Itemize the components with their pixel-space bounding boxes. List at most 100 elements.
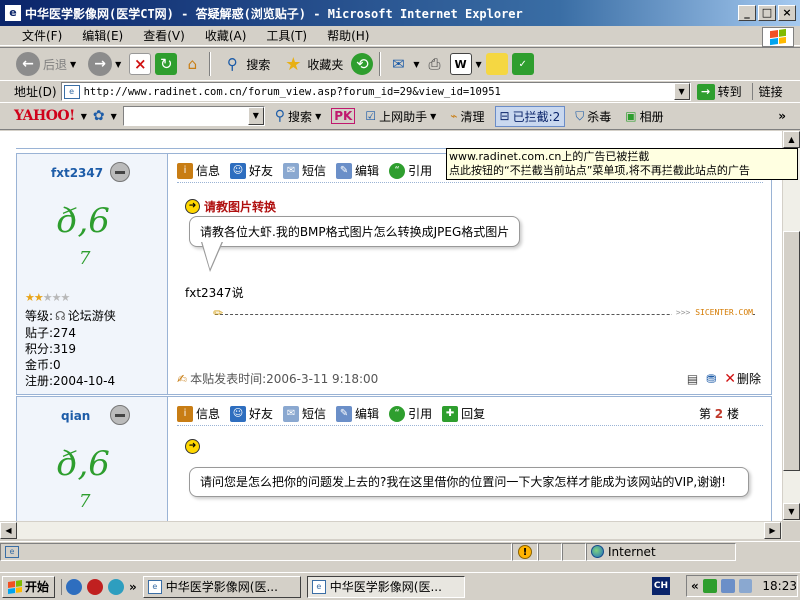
refresh-icon[interactable]: ↻: [155, 53, 178, 75]
friend-button[interactable]: ☺ 好友: [230, 405, 273, 422]
address-url[interactable]: http://www.radinet.com.cn/forum_view.asp…: [84, 86, 674, 98]
arrow-right-icon: ➜: [185, 439, 200, 454]
zone-cell[interactable]: Internet: [586, 542, 736, 561]
ie-icon[interactable]: [66, 578, 83, 595]
quote-button[interactable]: “引用: [389, 162, 432, 179]
horizontal-scrollbar[interactable]: ◀ ▶: [0, 521, 782, 539]
edit-button[interactable]: ✎ 编辑: [336, 405, 379, 422]
chevron-down-icon[interactable]: ▼: [111, 112, 117, 121]
post-time-text: 本贴发表时间:2006-3-11 9:18:00: [190, 372, 379, 386]
chevron-down-icon[interactable]: ▼: [413, 60, 419, 69]
links-button[interactable]: 链接: [751, 83, 783, 100]
reply-icon: ✚: [442, 405, 459, 422]
stop-icon[interactable]: ×: [129, 53, 152, 75]
manage-icon[interactable]: ⛃: [706, 372, 716, 386]
clean-button[interactable]: ⌁ 清理: [446, 106, 488, 127]
info-button[interactable]: i 信息: [177, 405, 220, 422]
search-label: 搜索: [246, 57, 271, 72]
menu-edit[interactable]: 编辑(E): [72, 27, 133, 44]
chevron-down-icon[interactable]: ▼: [81, 112, 87, 121]
yahoo-logo[interactable]: YAHOO!: [14, 108, 75, 124]
status-bar: e ! Internet: [0, 541, 800, 561]
ie-page-icon: e: [147, 579, 162, 594]
toolbar-separator: [209, 52, 212, 76]
album-button[interactable]: ▣ 相册: [621, 106, 667, 127]
minimize-button[interactable]: _: [738, 5, 756, 21]
toolbar-more-button[interactable]: »: [778, 109, 786, 123]
ip-icon[interactable]: ▤: [687, 372, 698, 386]
taskbar-window-button-active[interactable]: e 中华医学影像网(医...: [306, 575, 465, 598]
post-title: ➜ 请教图片转换: [185, 198, 276, 215]
quick-launch-more[interactable]: »: [129, 580, 137, 594]
scroll-down-button[interactable]: ▼: [783, 503, 800, 520]
menu-favorites[interactable]: 收藏(A): [195, 27, 257, 44]
menu-tools[interactable]: 工具(T): [256, 27, 317, 44]
yahoo-toolbar: YAHOO! ▼ ✿ ▼ ▼ ⚲ 搜索 ▼ PK ☑ 上网助手 ▼ ⌁ 清理 ⊟…: [0, 103, 800, 130]
maximize-button[interactable]: □: [758, 5, 776, 21]
edit-button[interactable]: ✎ 编辑: [336, 162, 379, 179]
info-button[interactable]: i 信息: [177, 162, 220, 179]
history-icon[interactable]: ⟲: [351, 53, 374, 75]
search-button[interactable]: ⚲ 搜索: [217, 51, 274, 77]
taskbar-window-button[interactable]: e 中华医学影像网(医...: [142, 575, 301, 598]
scroll-up-button[interactable]: ▲: [783, 131, 800, 148]
monitor-icon[interactable]: [720, 579, 735, 593]
antivirus-button[interactable]: ⛉ 杀毒: [571, 106, 615, 127]
language-indicator[interactable]: CH: [652, 577, 670, 595]
computer-icon[interactable]: [738, 579, 753, 593]
delete-button[interactable]: ✕ 删除: [724, 370, 761, 387]
notes-icon[interactable]: [485, 53, 508, 75]
pk-button[interactable]: PK: [331, 108, 356, 124]
vertical-scrollbar[interactable]: ▲ ▼: [782, 131, 800, 521]
window-title-bar[interactable]: e 中华医学影像网(医学CT网) - 答疑解惑(浏览贴子) - Microsof…: [0, 0, 800, 26]
home-icon[interactable]: ⌂: [181, 53, 203, 75]
messenger-icon[interactable]: ✓: [511, 53, 534, 75]
security-cell[interactable]: !: [512, 542, 538, 561]
close-button[interactable]: ×: [778, 5, 796, 21]
message-button[interactable]: ✉ 短信: [283, 162, 326, 179]
network-icon[interactable]: [702, 579, 717, 593]
back-button[interactable]: ← 后退 ▼: [12, 50, 80, 78]
search-icon: ⚲: [226, 55, 238, 73]
post-time: ✍ 本贴发表时间:2006-3-11 9:18:00: [177, 370, 378, 387]
menu-view[interactable]: 查看(V): [133, 27, 195, 44]
task-label: 中华医学影像网(医...: [165, 580, 278, 594]
media-icon[interactable]: [87, 578, 104, 595]
player-icon[interactable]: [108, 578, 125, 595]
friend-button[interactable]: ☺ 好友: [230, 162, 273, 179]
avatar-glyph: ð,6: [57, 201, 110, 241]
scroll-thumb[interactable]: [783, 231, 800, 471]
message-button[interactable]: ✉ 短信: [283, 405, 326, 422]
quote-button[interactable]: “引用: [389, 405, 432, 422]
go-button[interactable]: → 转到: [696, 83, 742, 100]
stars-empty: ★★★: [42, 291, 71, 304]
blocked-ads-button[interactable]: ⊟ 已拦截:2: [494, 105, 566, 127]
clock[interactable]: 18:23: [762, 579, 797, 593]
chevron-down-icon[interactable]: ▼: [115, 60, 121, 69]
menu-help[interactable]: 帮助(H): [317, 27, 379, 44]
print-icon[interactable]: ⎙: [424, 53, 446, 75]
favorites-button[interactable]: ★ 收藏夹: [278, 51, 347, 77]
chevron-down-icon[interactable]: ▼: [70, 60, 76, 69]
assistant-button[interactable]: ☑ 上网助手 ▼: [361, 106, 440, 127]
yahoo-search-dropdown[interactable]: ▼: [247, 107, 264, 125]
post-username[interactable]: qian: [61, 409, 90, 423]
yahoo-search-input[interactable]: ▼: [122, 106, 265, 126]
info-label: 信息: [196, 407, 221, 421]
reply-button[interactable]: ✚ 回复: [442, 405, 485, 422]
yahoo-search-button[interactable]: ⚲ 搜索 ▼: [271, 106, 325, 127]
scroll-left-button[interactable]: ◀: [0, 522, 17, 539]
mail-icon[interactable]: ✉: [387, 53, 409, 75]
chevron-down-icon[interactable]: ▼: [476, 60, 482, 69]
address-dropdown-button[interactable]: ▼: [673, 83, 690, 100]
menu-file[interactable]: 文件(F): [12, 27, 72, 44]
address-input[interactable]: e http://www.radinet.com.cn/forum_view.a…: [60, 82, 691, 101]
tray-expand-button[interactable]: «: [691, 579, 699, 593]
forward-button[interactable]: → ▼: [84, 50, 125, 78]
post-body-pane: i 信息 ☺ 好友 ✉ 短信 ✎ 编辑 “引用 ✚ 回复 第 2 楼 ➜ 请问您是怎么把你…: [169, 397, 771, 521]
start-button[interactable]: 开始: [2, 575, 56, 598]
scroll-right-button[interactable]: ▶: [764, 522, 781, 539]
word-edit-icon[interactable]: W: [449, 53, 472, 75]
post-username[interactable]: fxt2347: [51, 166, 103, 180]
flower-icon[interactable]: ✿: [93, 108, 105, 124]
